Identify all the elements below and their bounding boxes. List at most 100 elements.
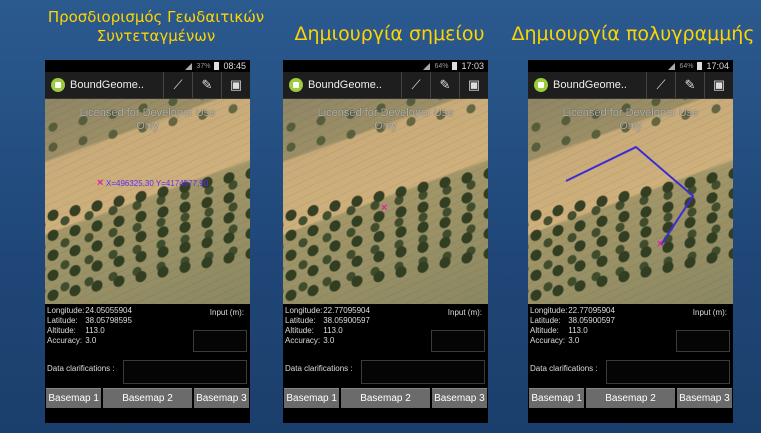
basemap-3-button[interactable]: Basemap 3 [193, 388, 249, 408]
input-label: Input (m): [692, 308, 727, 317]
basemap-2-button[interactable]: Basemap 2 [341, 388, 430, 408]
clarifications-label: Data clarifications : [47, 364, 115, 373]
altitude-row: Altitude: 113.0 [285, 326, 343, 335]
pencil-icon[interactable]: ✎ [430, 72, 459, 98]
accuracy-value: 3.0 [568, 336, 580, 345]
input-meters-field[interactable] [193, 330, 247, 352]
latitude-row: Latitude: 38.05900597 [285, 316, 370, 325]
latitude-row: Latitude: 38.05798595 [47, 316, 132, 325]
action-bar: BoundGeome.. ⟋ ✎ ▣ [45, 72, 250, 99]
latitude-value: 38.05798595 [85, 316, 132, 325]
olive-trees [283, 165, 488, 304]
measure-tool-icon[interactable]: ⟋ [163, 72, 192, 98]
basemap-1-button[interactable]: Basemap 1 [46, 388, 102, 408]
measure-tool-icon[interactable]: ⟋ [646, 72, 675, 98]
latitude-label: Latitude: [530, 316, 561, 325]
altitude-value: 113.0 [568, 326, 588, 335]
signal-icon [423, 62, 431, 70]
longitude-row: Longitude: 22.77095904 [530, 306, 615, 315]
location-marker: × [97, 177, 104, 189]
info-panel: Longitude: 24.05055904 Latitude: 38.0579… [45, 304, 250, 388]
battery-percent: 37% [196, 62, 211, 70]
android-app-icon[interactable] [51, 78, 65, 92]
accuracy-value: 3.0 [85, 336, 97, 345]
basemap-buttons: Basemap 1 Basemap 2 Basemap 3 [528, 388, 733, 408]
info-panel: Longitude: 22.77095904 Latitude: 38.0590… [283, 304, 488, 388]
altitude-value: 113.0 [323, 326, 343, 335]
title-create-polyline: Δημιουργία πολυγραμμής [511, 23, 755, 45]
clarifications-label: Data clarifications : [530, 364, 598, 373]
android-app-icon[interactable] [289, 78, 303, 92]
altitude-label: Altitude: [47, 326, 76, 335]
basemap-3-button[interactable]: Basemap 3 [676, 388, 732, 408]
basemap-2-button[interactable]: Basemap 2 [103, 388, 192, 408]
longitude-label: Longitude: [47, 306, 85, 315]
status-bar: 37% 08:45 [45, 60, 250, 72]
latitude-value: 38.05900597 [323, 316, 370, 325]
basemap-1-button[interactable]: Basemap 1 [529, 388, 585, 408]
save-icon[interactable]: ▣ [459, 72, 488, 98]
app-title: BoundGeome.. [553, 79, 627, 91]
basemap-3-button[interactable]: Basemap 3 [431, 388, 487, 408]
phone-screen-create-polyline: 64% 17:04 BoundGeome.. ⟋ ✎ ▣ Licensed fo… [528, 60, 733, 423]
clarifications-field[interactable] [123, 360, 247, 384]
info-panel: Longitude: 22.77095904 Latitude: 38.0590… [528, 304, 733, 388]
battery-icon [214, 62, 220, 70]
save-icon[interactable]: ▣ [221, 72, 250, 98]
pencil-icon[interactable]: ✎ [675, 72, 704, 98]
clock: 17:04 [706, 61, 729, 71]
drawn-polyline[interactable] [528, 99, 733, 304]
accuracy-row: Accuracy: 3.0 [285, 336, 334, 345]
longitude-value: 22.77095904 [568, 306, 615, 315]
latitude-label: Latitude: [47, 316, 78, 325]
basemap-2-button[interactable]: Basemap 2 [586, 388, 675, 408]
latitude-value: 38.05900597 [568, 316, 615, 325]
save-icon[interactable]: ▣ [704, 72, 733, 98]
altitude-label: Altitude: [285, 326, 314, 335]
satellite-map[interactable]: Licensed for Developer Use Only × [528, 99, 733, 304]
polyline-vertex-marker: × [657, 238, 664, 250]
app-title: BoundGeome.. [70, 79, 144, 91]
input-label: Input (m): [209, 308, 244, 317]
input-meters-field[interactable] [676, 330, 730, 352]
android-app-icon[interactable] [534, 78, 548, 92]
action-bar: BoundGeome.. ⟋ ✎ ▣ [283, 72, 488, 99]
longitude-label: Longitude: [285, 306, 323, 315]
battery-percent: 64% [434, 62, 449, 70]
status-bar: 64% 17:04 [528, 60, 733, 72]
accuracy-label: Accuracy: [530, 336, 566, 345]
clarifications-field[interactable] [606, 360, 730, 384]
accuracy-row: Accuracy: 3.0 [530, 336, 579, 345]
clock: 17:03 [461, 61, 484, 71]
latitude-label: Latitude: [285, 316, 316, 325]
signal-icon [668, 62, 676, 70]
coordinates-label: X=496325,30 Y=4174577,90 [106, 179, 209, 188]
satellite-map[interactable]: Licensed for Developer Use Only × [283, 99, 488, 304]
phone-screen-create-point: 64% 17:03 BoundGeome.. ⟋ ✎ ▣ Licensed fo… [283, 60, 488, 423]
longitude-value: 24.05055904 [85, 306, 132, 315]
action-bar: BoundGeome.. ⟋ ✎ ▣ [528, 72, 733, 99]
input-meters-field[interactable] [431, 330, 485, 352]
accuracy-label: Accuracy: [285, 336, 321, 345]
clarifications-field[interactable] [361, 360, 485, 384]
clarifications-label: Data clarifications : [285, 364, 353, 373]
polyline-path [565, 145, 695, 246]
basemap-1-button[interactable]: Basemap 1 [284, 388, 340, 408]
satellite-map[interactable]: Licensed for Developer Use Only × X=4963… [45, 99, 250, 304]
accuracy-label: Accuracy: [47, 336, 83, 345]
longitude-value: 22.77095904 [323, 306, 370, 315]
pencil-icon[interactable]: ✎ [192, 72, 221, 98]
battery-icon [697, 62, 703, 70]
altitude-row: Altitude: 113.0 [530, 326, 588, 335]
basemap-buttons: Basemap 1 Basemap 2 Basemap 3 [45, 388, 250, 408]
title-create-point: Δημιουργία σημείου [294, 23, 485, 45]
altitude-row: Altitude: 113.0 [47, 326, 105, 335]
clock: 08:45 [223, 61, 246, 71]
accuracy-value: 3.0 [323, 336, 335, 345]
license-watermark: Licensed for Developer Use Only [317, 107, 454, 132]
altitude-value: 113.0 [85, 326, 105, 335]
longitude-label: Longitude: [530, 306, 568, 315]
point-marker: × [381, 202, 388, 214]
measure-tool-icon[interactable]: ⟋ [401, 72, 430, 98]
battery-icon [452, 62, 458, 70]
